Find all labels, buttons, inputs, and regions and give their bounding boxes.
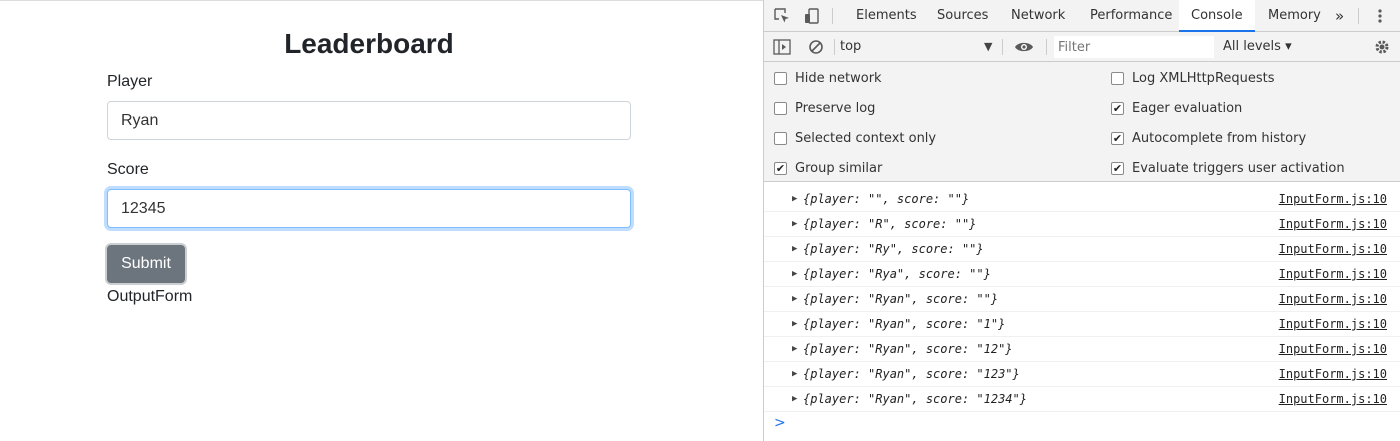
log-source-link[interactable]: InputForm.js:10 <box>1279 217 1387 231</box>
expand-triangle-icon[interactable]: ▶ <box>792 219 797 229</box>
log-source-link[interactable]: InputForm.js:10 <box>1279 392 1387 406</box>
toolbar-divider <box>834 39 835 55</box>
clear-console-icon[interactable] <box>806 37 826 57</box>
expand-triangle-icon[interactable]: ▶ <box>792 394 797 404</box>
checkbox-checked[interactable]: ✔ <box>1111 161 1124 175</box>
tab-performance[interactable]: Performance <box>1078 0 1184 32</box>
log-message[interactable]: {player: "Ry", score: ""} <box>803 242 984 256</box>
submit-button[interactable]: Submit <box>107 245 185 283</box>
context-select[interactable]: top <box>840 35 1000 59</box>
console-log-list: ▶ {player: "", score: ""} InputForm.js:1… <box>764 187 1400 412</box>
expand-triangle-icon[interactable]: ▶ <box>792 319 797 329</box>
live-expression-eye-icon[interactable] <box>1014 37 1034 57</box>
log-row: ▶ {player: "Ryan", score: "12"} InputFor… <box>764 337 1400 362</box>
tab-network[interactable]: Network <box>999 0 1077 32</box>
log-row: ▶ {player: "Ryan", score: "123"} InputFo… <box>764 362 1400 387</box>
leaderboard-app: Leaderboard Player Score Submit OutputFo… <box>0 0 763 441</box>
log-levels-select[interactable]: All levels ▾ <box>1223 35 1292 59</box>
expand-triangle-icon[interactable]: ▶ <box>792 269 797 279</box>
sidebar-toggle-icon[interactable] <box>772 37 792 57</box>
log-message[interactable]: {player: "Ryan", score: "123"} <box>803 367 1020 381</box>
checkbox-checked[interactable]: ✔ <box>1111 131 1124 145</box>
output-form-label: OutputForm <box>107 288 193 305</box>
log-row: ▶ {player: "Ryan", score: "1"} InputForm… <box>764 312 1400 337</box>
setting-label: Autocomplete from history <box>1132 130 1307 146</box>
tab-console[interactable]: Console <box>1179 0 1255 32</box>
setting-hide-network[interactable]: Hide network <box>774 68 882 88</box>
log-message[interactable]: {player: "Ryan", score: "1234"} <box>803 392 1027 406</box>
log-message[interactable]: {player: "Ryan", score: "1"} <box>803 317 1005 331</box>
toolbar-divider <box>1002 39 1003 55</box>
log-source-link[interactable]: InputForm.js:10 <box>1279 267 1387 281</box>
checkbox-unchecked[interactable] <box>774 101 787 115</box>
player-label: Player <box>107 73 153 90</box>
expand-triangle-icon[interactable]: ▶ <box>792 369 797 379</box>
log-message[interactable]: {player: "Ryan", score: "12"} <box>803 342 1013 356</box>
setting-selected-context-only[interactable]: Selected context only <box>774 128 936 148</box>
setting-label: Hide network <box>795 70 882 86</box>
log-message[interactable]: {player: "Ryan", score: ""} <box>803 292 998 306</box>
expand-triangle-icon[interactable]: ▶ <box>792 294 797 304</box>
tabbar-divider <box>1358 8 1359 24</box>
checkbox-checked[interactable]: ✔ <box>1111 101 1124 115</box>
setting-autocomplete-from-history[interactable]: ✔ Autocomplete from history <box>1111 128 1306 148</box>
chevron-down-icon[interactable]: ▼ <box>984 35 992 59</box>
tab-sources[interactable]: Sources <box>925 0 1000 32</box>
inspect-element-icon[interactable] <box>772 6 792 26</box>
log-message[interactable]: {player: "", score: ""} <box>803 192 969 206</box>
setting-label: Selected context only <box>795 130 937 146</box>
devtools-tabbar: Elements Sources Network Performance Con… <box>764 0 1400 32</box>
setting-label: Eager evaluation <box>1132 100 1243 116</box>
checkbox-unchecked[interactable] <box>774 71 787 85</box>
checkbox-unchecked[interactable] <box>774 131 787 145</box>
setting-label: Group similar <box>795 160 883 176</box>
page-title: Leaderboard <box>284 28 454 59</box>
log-source-link[interactable]: InputForm.js:10 <box>1279 317 1387 331</box>
setting-label: Evaluate triggers user activation <box>1132 160 1345 176</box>
tab-elements[interactable]: Elements <box>844 0 929 32</box>
setting-label: Log XMLHttpRequests <box>1132 70 1275 86</box>
toolbar-divider <box>1046 39 1047 55</box>
setting-evaluate-triggers-user-activation[interactable]: ✔ Evaluate triggers user activation <box>1111 158 1345 178</box>
log-source-link[interactable]: InputForm.js:10 <box>1279 292 1387 306</box>
console-settings: Hide network Log XMLHttpRequests Preserv… <box>764 62 1400 182</box>
filter-input[interactable] <box>1054 36 1214 58</box>
checkbox-checked[interactable]: ✔ <box>774 161 787 175</box>
setting-preserve-log[interactable]: Preserve log <box>774 98 875 118</box>
setting-eager-evaluation[interactable]: ✔ Eager evaluation <box>1111 98 1242 118</box>
log-row: ▶ {player: "Ry", score: ""} InputForm.js… <box>764 237 1400 262</box>
kebab-menu-icon[interactable] <box>1370 6 1390 26</box>
log-message[interactable]: {player: "Rya", score: ""} <box>803 267 991 281</box>
console-toolbar: top ▼ All levels ▾ <box>764 32 1400 62</box>
tab-memory[interactable]: Memory <box>1256 0 1333 32</box>
console-prompt[interactable]: > <box>774 415 786 431</box>
device-toolbar-icon[interactable] <box>802 6 822 26</box>
setting-log-xmlhttprequests[interactable]: Log XMLHttpRequests <box>1111 68 1275 88</box>
log-source-link[interactable]: InputForm.js:10 <box>1279 342 1387 356</box>
expand-triangle-icon[interactable]: ▶ <box>792 244 797 254</box>
setting-label: Preserve log <box>795 100 876 116</box>
log-row: ▶ {player: "Ryan", score: "1234"} InputF… <box>764 387 1400 412</box>
expand-triangle-icon[interactable]: ▶ <box>792 194 797 204</box>
devtools-panel: Elements Sources Network Performance Con… <box>763 0 1400 441</box>
log-source-link[interactable]: InputForm.js:10 <box>1279 242 1387 256</box>
expand-triangle-icon[interactable]: ▶ <box>792 344 797 354</box>
more-tabs-button[interactable]: » <box>1329 0 1350 32</box>
setting-group-similar[interactable]: ✔ Group similar <box>774 158 882 178</box>
log-row: ▶ {player: "", score: ""} InputForm.js:1… <box>764 187 1400 212</box>
score-label: Score <box>107 161 149 178</box>
log-source-link[interactable]: InputForm.js:10 <box>1279 192 1387 206</box>
log-source-link[interactable]: InputForm.js:10 <box>1279 367 1387 381</box>
log-row: ▶ {player: "Rya", score: ""} InputForm.j… <box>764 262 1400 287</box>
checkbox-unchecked[interactable] <box>1111 71 1124 85</box>
log-row: ▶ {player: "R", score: ""} InputForm.js:… <box>764 212 1400 237</box>
log-message[interactable]: {player: "R", score: ""} <box>803 217 976 231</box>
score-input[interactable] <box>107 189 631 228</box>
tabbar-divider <box>832 8 833 24</box>
player-input[interactable] <box>107 101 631 140</box>
gear-icon[interactable] <box>1372 37 1392 57</box>
log-row: ▶ {player: "Ryan", score: ""} InputForm.… <box>764 287 1400 312</box>
